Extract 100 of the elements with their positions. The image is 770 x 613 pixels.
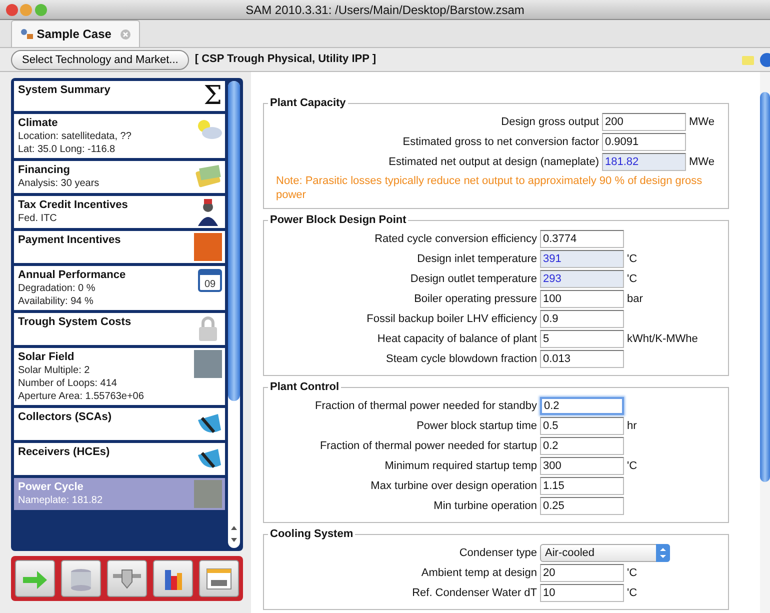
window-button[interactable] [199, 560, 239, 597]
case-icon [20, 28, 34, 40]
input-field[interactable]: 181.82 [602, 153, 686, 171]
technology-label: [ CSP Trough Physical, Utility IPP ] [194, 52, 376, 68]
item-detail: Analysis: 30 years [18, 176, 100, 190]
photo-placeholder [194, 232, 222, 260]
item-title: Tax Credit Incentives [18, 198, 129, 212]
field-label: Max turbine over design operation [370, 478, 538, 494]
item-detail: Aperture Area: 1.55763e+06 [18, 390, 145, 402]
tab-close-icon[interactable] [120, 28, 132, 40]
item-detail: Degradation: 0 % [18, 282, 96, 294]
input-field[interactable]: 0.2 [540, 397, 624, 415]
field-label: Ambient temp at design [420, 566, 538, 581]
field-label: Heat capacity of balance of plant [376, 332, 538, 347]
item-detail: Lat: 35.0 Long: -116.8 [18, 142, 116, 156]
field-label: Estimated net output at design (nameplate) [388, 154, 600, 170]
input-field[interactable]: 0.2 [540, 437, 624, 455]
sidebar-item[interactable]: Receivers (HCEs) [14, 442, 226, 474]
stepper-icon [656, 544, 670, 562]
item-detail: Availability: 94 % [18, 294, 94, 308]
next-button[interactable] [15, 560, 55, 597]
input-field[interactable]: 5 [540, 330, 624, 348]
field-label: Min turbine operation [432, 498, 538, 514]
item-title: System Summary [18, 82, 112, 96]
field-label: Condenser type [458, 546, 538, 561]
input-field[interactable]: 10 [540, 584, 624, 602]
group-title: Cooling System [268, 527, 356, 541]
sidebar-item[interactable]: System Summary Σ [14, 80, 226, 110]
input-field[interactable]: 0.9 [540, 310, 624, 328]
item-detail: Location: satellitedata, ?? [18, 130, 132, 142]
input-field[interactable]: 200 [602, 113, 686, 131]
item-title: Collectors (SCAs) [18, 410, 113, 424]
photo-placeholder [194, 480, 222, 508]
sidebar-item[interactable]: Solar Field Solar Multiple: 2 Number of Loops: 414 Aperture Area: 1.55763e+06 [14, 348, 226, 404]
unit-label: 'C [626, 272, 638, 287]
input-field[interactable]: 1.15 [540, 477, 624, 495]
field-label: Fraction of thermal power needed for standby [314, 398, 538, 414]
sidebar-item[interactable]: Annual Performance Degradation: 0 % Availability: 94 % 09 [14, 266, 226, 310]
sidebar-item[interactable]: Collectors (SCAs) [14, 408, 226, 440]
item-detail: Fed. ITC [18, 212, 58, 224]
unit-label: 'C [626, 566, 638, 581]
photo-placeholder [194, 350, 222, 378]
field-label: Fossil backup boiler LHV efficiency [366, 312, 538, 327]
item-title: Annual Performance [18, 268, 127, 282]
sidebar-item[interactable]: Climate Location: satellitedata, ?? Lat: 35.0 Long: -116.8 [14, 114, 226, 158]
select-technology-button[interactable]: Select Technology and Market... [11, 50, 190, 70]
input-field[interactable]: 0.5 [540, 417, 624, 435]
item-title: Climate [18, 116, 59, 130]
input-field[interactable]: 100 [540, 290, 624, 308]
field-label: Design inlet temperature [416, 252, 538, 267]
input-field[interactable]: 0.3774 [540, 230, 624, 248]
field-label: Ref. Condenser Water dT [411, 586, 538, 601]
sidebar-item[interactable]: Financing Analysis: 30 years [14, 160, 226, 192]
field-label: Estimated gross to net conversion factor [402, 134, 600, 150]
input-field[interactable]: 293 [540, 270, 624, 288]
field-label: Design outlet temperature [409, 272, 538, 287]
unit-label: MWe [688, 154, 716, 170]
close-button[interactable] [6, 4, 18, 16]
item-title: Receivers (HCEs) [18, 444, 111, 458]
main-scrollbar[interactable] [760, 72, 770, 613]
unit-label: 'C [626, 252, 638, 267]
input-field[interactable]: 391 [540, 250, 624, 268]
field-label: Steam cycle blowdown fraction [384, 352, 538, 367]
unit-label: 'C [626, 458, 638, 474]
item-title: Solar Field [18, 350, 76, 364]
sidebar-scrollbar[interactable] [228, 80, 240, 548]
item-title: Power Cycle [18, 480, 84, 494]
dropdown[interactable]: Air-cooled [540, 544, 670, 562]
field-label: Power block startup time [416, 418, 538, 434]
unit-label: MWe [688, 114, 716, 130]
document-tab[interactable]: Sample Case [11, 20, 140, 47]
input-field[interactable]: 0.013 [540, 350, 624, 368]
item-title: Trough System Costs [18, 314, 132, 328]
help-icon[interactable] [760, 52, 770, 66]
chart-button[interactable] [153, 560, 193, 597]
valve-button[interactable] [107, 560, 147, 597]
note-text: Note: Parasitic losses typically reduce net output to approximately 90 % of design gross power [275, 174, 704, 202]
field-label: Design gross output [500, 114, 600, 130]
sidebar-item[interactable]: Payment Incentives [14, 230, 226, 262]
window-title: SAM 2010.3.31: /Users/Main/Desktop/Barstow.zsam [246, 2, 524, 18]
item-detail: Number of Loops: 414 [18, 376, 118, 390]
sidebar-item[interactable]: Tax Credit Incentives Fed. ITC [14, 196, 226, 228]
field-label: Fraction of thermal power needed for startup [318, 438, 538, 454]
stack-button[interactable] [61, 560, 101, 597]
input-field[interactable]: 0.25 [540, 497, 624, 515]
field-label: Minimum required startup temp [384, 458, 538, 474]
sidebar-item[interactable]: Trough System Costs [14, 312, 226, 344]
unit-label: kWht/K-MWhe [626, 332, 699, 347]
input-field[interactable]: 0.9091 [602, 133, 686, 151]
unit-label: hr [626, 418, 638, 434]
input-field[interactable]: 20 [540, 564, 624, 582]
item-title: Financing [18, 162, 71, 176]
field-label: Rated cycle conversion efficiency [374, 232, 538, 247]
item-title: Payment Incentives [18, 232, 122, 246]
item-detail: Solar Multiple: 2 [18, 364, 91, 376]
field-label: Boiler operating pressure [413, 292, 538, 307]
unit-label: 'C [626, 586, 638, 601]
group-title: Power Block Design Point [268, 213, 408, 227]
item-detail: Nameplate: 181.82 [18, 494, 104, 506]
input-field[interactable]: 300 [540, 457, 624, 475]
